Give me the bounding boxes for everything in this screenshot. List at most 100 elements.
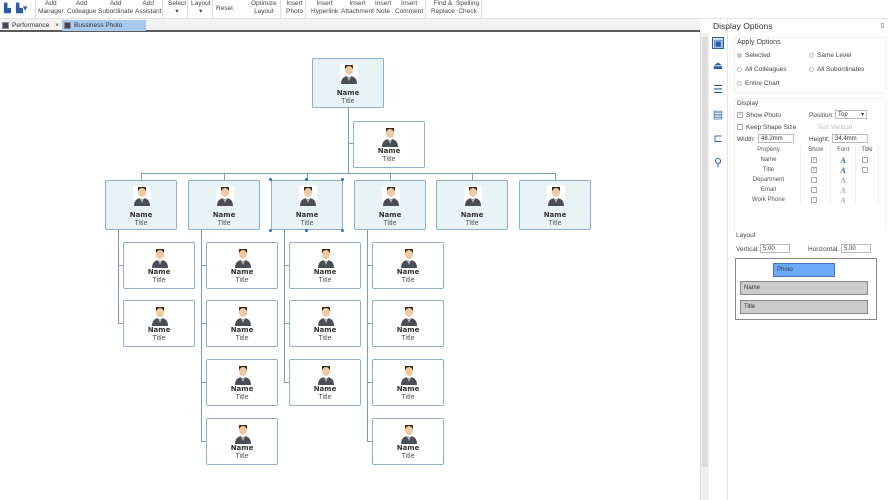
search-list-icon[interactable]: ⚲	[712, 157, 724, 169]
show-checkbox[interactable]	[811, 186, 818, 193]
selection-handle[interactable]	[341, 229, 344, 232]
child-node[interactable]: Name Title	[372, 300, 444, 347]
add-assistant-button[interactable]: Add Assistant	[135, 0, 161, 16]
connector-line	[201, 230, 202, 441]
child-node[interactable]: Name Title	[372, 242, 444, 289]
person-photo-icon	[299, 186, 317, 206]
tab-business-photo-org[interactable]: Bussiness Photo Or...×	[62, 20, 146, 40]
person-photo-icon	[400, 306, 418, 326]
position-select[interactable]: Top ▾	[835, 110, 867, 119]
font-icon[interactable]: A	[840, 176, 845, 185]
close-icon[interactable]: ×	[55, 22, 59, 29]
title-checkbox[interactable]	[862, 166, 869, 173]
width-input[interactable]: 48.2mm	[758, 134, 794, 143]
show-checkbox[interactable]: ✓	[811, 166, 818, 173]
child-node[interactable]: Name Title	[123, 300, 195, 347]
insert-photo-button[interactable]: Insert Photo	[286, 0, 303, 16]
font-icon[interactable]: A	[840, 156, 845, 165]
radio-entire-chart[interactable]: Entire Chart	[737, 80, 780, 87]
add-colleague-button[interactable]: Add Colleague	[67, 0, 96, 16]
preview-photo[interactable]: Photo	[773, 263, 835, 277]
find-replace-button[interactable]: Find & Replace	[431, 0, 455, 16]
node-name: Name	[460, 211, 484, 219]
node-title: Title	[401, 394, 415, 401]
list-icon[interactable]: ☰	[712, 84, 724, 96]
insert-attachment-button[interactable]: Insert Attachment	[341, 0, 374, 16]
person-photo-icon	[381, 127, 399, 147]
org-chart-canvas[interactable]: Name Title Name Title Name Title Name Title Name…	[0, 33, 700, 500]
show-photo-checkbox[interactable]: ✓ Show Photo	[737, 112, 781, 119]
tree-icon[interactable]: ⊏	[712, 133, 724, 145]
node-title: Title	[300, 220, 314, 227]
reset-button[interactable]: Reset	[216, 5, 233, 13]
child-node[interactable]: Name Title	[206, 359, 278, 406]
vertical-spacing-input[interactable]: 5.00	[760, 244, 790, 253]
show-checkbox[interactable]: ✓	[811, 156, 818, 163]
layout-preview: Photo Name Title	[735, 258, 877, 320]
child-node[interactable]: Name Title	[206, 300, 278, 347]
paste-icon[interactable]: ▙	[4, 4, 11, 13]
level1-node[interactable]: Name Title	[271, 180, 343, 230]
level1-node[interactable]: Name Title	[519, 180, 591, 230]
selection-handle[interactable]	[269, 229, 272, 232]
selection-handle[interactable]	[305, 229, 308, 232]
child-node[interactable]: Name Title	[372, 359, 444, 406]
height-label: Height:	[809, 136, 830, 143]
title-checkbox[interactable]	[862, 156, 869, 163]
show-checkbox[interactable]	[811, 176, 818, 183]
child-node[interactable]: Name Title	[206, 242, 278, 289]
display-options-icon[interactable]: ▣	[712, 37, 724, 50]
font-icon[interactable]: A	[840, 186, 845, 195]
child-node[interactable]: Name Title	[289, 242, 361, 289]
optimize-layout-button[interactable]: Optimize Layout	[251, 0, 277, 16]
radio-all-colleagues[interactable]: All Colleagues	[737, 66, 787, 73]
selection-handle[interactable]	[341, 178, 344, 181]
preview-name[interactable]: Name	[740, 281, 868, 295]
font-icon[interactable]: A	[840, 196, 845, 205]
assistant-node[interactable]: Name Title	[353, 121, 425, 168]
pin-icon[interactable]: ▯	[881, 22, 884, 29]
insert-comment-button[interactable]: Insert Comment	[395, 0, 423, 16]
selection-handle[interactable]	[269, 178, 272, 181]
horizontal-label: Horizontal:	[808, 246, 840, 253]
height-input[interactable]: 34.4mm	[832, 134, 868, 143]
preview-title[interactable]: Title	[740, 300, 868, 314]
vertical-scrollbar[interactable]	[700, 33, 709, 500]
font-icon[interactable]: A	[840, 166, 845, 175]
layout-icon[interactable]: ▤	[712, 109, 724, 121]
level1-node[interactable]: Name Title	[188, 180, 260, 230]
add-subordinate-button[interactable]: Add Subordinate	[98, 0, 133, 16]
child-node[interactable]: Name Title	[206, 418, 278, 465]
text-vertical-checkbox[interactable]: Text Vertical	[817, 124, 852, 131]
show-checkbox[interactable]	[811, 196, 818, 203]
root-node[interactable]: Name Title	[312, 58, 384, 108]
child-node[interactable]: Name Title	[289, 359, 361, 406]
radio-all-subordinates[interactable]: All Subordinates	[809, 66, 864, 73]
add-manager-button[interactable]: Add Manager	[38, 0, 64, 16]
insert-note-button[interactable]: Insert Note	[375, 0, 391, 16]
spelling-check-button[interactable]: Spelling Check	[456, 0, 479, 16]
child-node[interactable]: Name Title	[372, 418, 444, 465]
layout-button[interactable]: Layout ▾	[191, 0, 211, 16]
person-photo-icon	[400, 365, 418, 385]
level1-node[interactable]: Name Title	[354, 180, 426, 230]
radio-selected[interactable]: Selected	[737, 52, 770, 59]
connector-line	[284, 230, 285, 382]
display-group: Display ✓ Show Photo Position: Top ▾ Keep …	[734, 98, 886, 243]
child-node[interactable]: Name Title	[123, 242, 195, 289]
tab-performance[interactable]: Performance ×	[0, 20, 60, 31]
insert-hyperlink-button[interactable]: Insert Hyperlink	[311, 0, 338, 16]
fill-style-icon[interactable]: ⏏	[712, 60, 724, 72]
select-button[interactable]: Select ▾	[168, 0, 186, 16]
radio-same-level[interactable]: Same Level	[809, 52, 851, 59]
level1-node[interactable]: Name Title	[436, 180, 508, 230]
node-title: Title	[401, 335, 415, 342]
copy-icon[interactable]: ▙▾	[16, 4, 27, 13]
selection-handle[interactable]	[305, 178, 308, 181]
horizontal-spacing-input[interactable]: 5.00	[841, 244, 871, 253]
keep-shape-size-checkbox[interactable]: Keep Shape Size	[737, 124, 796, 131]
child-node[interactable]: Name Title	[289, 300, 361, 347]
level1-node[interactable]: Name Title	[105, 180, 177, 230]
node-title: Title	[152, 277, 166, 284]
node-title: Title	[382, 156, 396, 163]
